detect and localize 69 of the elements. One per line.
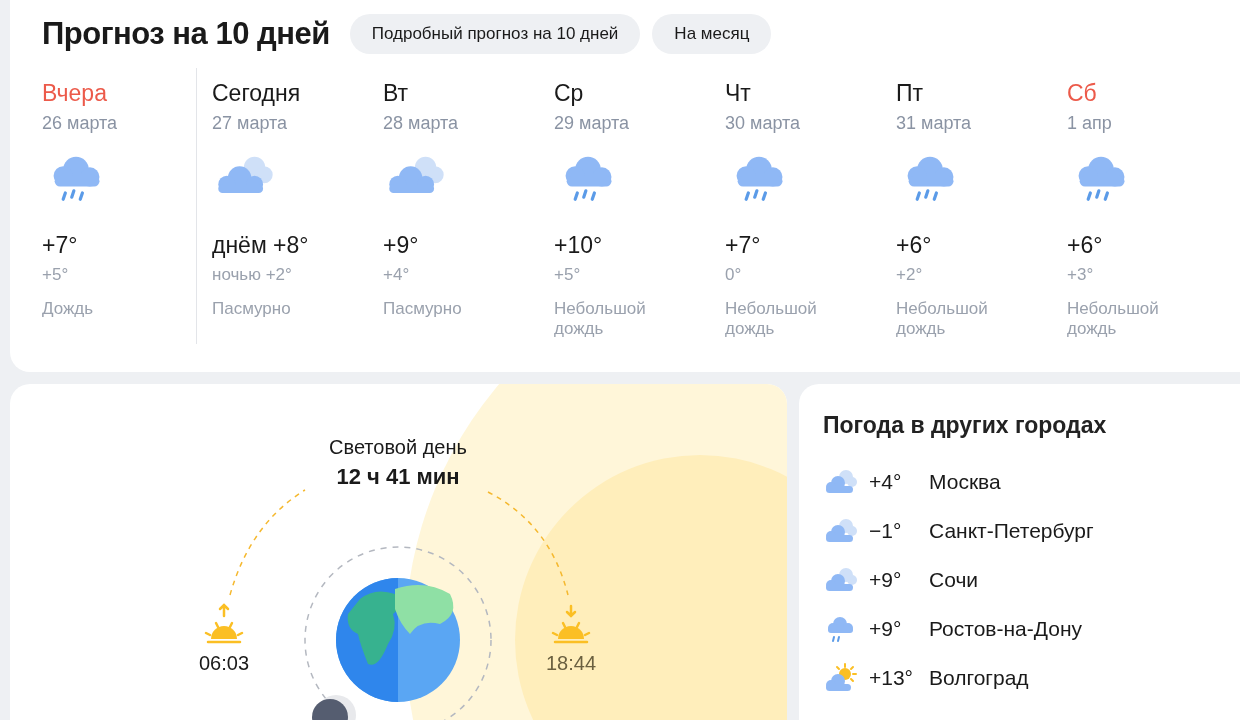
- section-title: Прогноз на 10 дней: [42, 16, 330, 52]
- night-temperature: +2°: [896, 265, 924, 285]
- sunset-time: 18:44: [544, 652, 598, 675]
- weather-condition: Пасмурно: [212, 299, 292, 320]
- day-name: Ср: [554, 80, 585, 107]
- weather-condition: Небольшой дождь: [896, 299, 989, 340]
- sunrise-time: 06:03: [197, 652, 251, 675]
- city-item[interactable]: +9° Сочи: [823, 555, 1240, 604]
- day-date: 27 марта: [212, 113, 289, 134]
- sunset-icon: [551, 604, 591, 644]
- city-temperature: −1°: [869, 518, 903, 543]
- day-name: Вчера: [42, 80, 108, 107]
- city-name: Ростов-на-Дону: [929, 616, 1082, 641]
- day-column[interactable]: Чт 30 марта +7° 0° Небольшой дождь: [725, 68, 896, 344]
- city-temperature: +13°: [869, 665, 915, 690]
- weather-condition: Пасмурно: [383, 299, 463, 320]
- day-column[interactable]: Вт 28 марта +9° +4° Пасмурно: [383, 68, 554, 344]
- day-column[interactable]: Пт 31 марта +6° +2° Небольшой дождь: [896, 68, 1067, 344]
- day-date: 31 марта: [896, 113, 973, 134]
- weather-condition: Небольшой дождь: [725, 299, 818, 340]
- sunrise-icon: [204, 603, 244, 644]
- day-date: 28 марта: [383, 113, 460, 134]
- day-column[interactable]: Сегодня 27 марта днём +8° ночью +2° Пасмурно: [212, 68, 383, 344]
- day-temperature: +6°: [896, 232, 933, 259]
- day-temperature: +10°: [554, 232, 604, 259]
- city-item[interactable]: −1° Санкт-Петербург: [823, 506, 1240, 555]
- night-temperature: 0°: [725, 265, 743, 285]
- night-temperature: +4°: [383, 265, 411, 285]
- day-temperature: днём +8°: [212, 232, 310, 259]
- day-temperature: +6°: [1067, 232, 1104, 259]
- forecast-link[interactable]: На месяц: [652, 14, 772, 54]
- day-date: 29 марта: [554, 113, 631, 134]
- night-temperature: +3°: [1067, 265, 1095, 285]
- weather-condition: Небольшой дождь: [1067, 299, 1160, 340]
- night-temperature: +5°: [42, 265, 70, 285]
- weather-condition: Дождь: [42, 299, 95, 320]
- city-item[interactable]: +4° Москва: [823, 457, 1240, 506]
- forecast-link[interactable]: Подробный прогноз на 10 дней: [349, 14, 641, 54]
- city-name: Санкт-Петербург: [929, 518, 1094, 543]
- day-column[interactable]: Сб 1 апр +6° +3° Небольшой дождь: [1067, 68, 1238, 344]
- city-temperature: +9°: [869, 616, 903, 641]
- day-temperature: +7°: [42, 232, 79, 259]
- day-date: 30 марта: [725, 113, 802, 134]
- cities-title: Погода в других городах: [823, 412, 1108, 439]
- day-name: Сегодня: [212, 80, 302, 107]
- city-name: Москва: [929, 469, 1001, 494]
- day-column[interactable]: Вчера 26 марта +7° +5° Дождь: [42, 68, 197, 344]
- day-temperature: +9°: [383, 232, 420, 259]
- day-column[interactable]: Ср 29 марта +10° +5° Небольшой дождь: [554, 68, 725, 344]
- day-date: 1 апр: [1067, 113, 1113, 134]
- daylight-label: Световой день: [328, 436, 468, 459]
- day-name: Сб: [1067, 80, 1098, 107]
- day-temperature: +7°: [725, 232, 762, 259]
- day-name: Пт: [896, 80, 925, 107]
- day-date: 26 марта: [42, 113, 119, 134]
- night-temperature: ночью +2°: [212, 265, 293, 285]
- city-name: Сочи: [929, 567, 979, 592]
- day-name: Чт: [725, 80, 752, 107]
- city-name: Волгоград: [929, 665, 1029, 690]
- moon-drawing: [312, 695, 356, 720]
- daylight-duration: 12 ч 41 мин: [335, 464, 461, 490]
- city-item[interactable]: +9° Ростов-на-Дону: [823, 604, 1240, 653]
- night-temperature: +5°: [554, 265, 582, 285]
- city-temperature: +9°: [869, 567, 903, 592]
- weather-condition: Небольшой дождь: [554, 299, 647, 340]
- day-name: Вт: [383, 80, 410, 107]
- city-temperature: +4°: [869, 469, 903, 494]
- sun-cloud-icon: [823, 662, 859, 693]
- city-item[interactable]: +13° Волгоград: [823, 653, 1240, 702]
